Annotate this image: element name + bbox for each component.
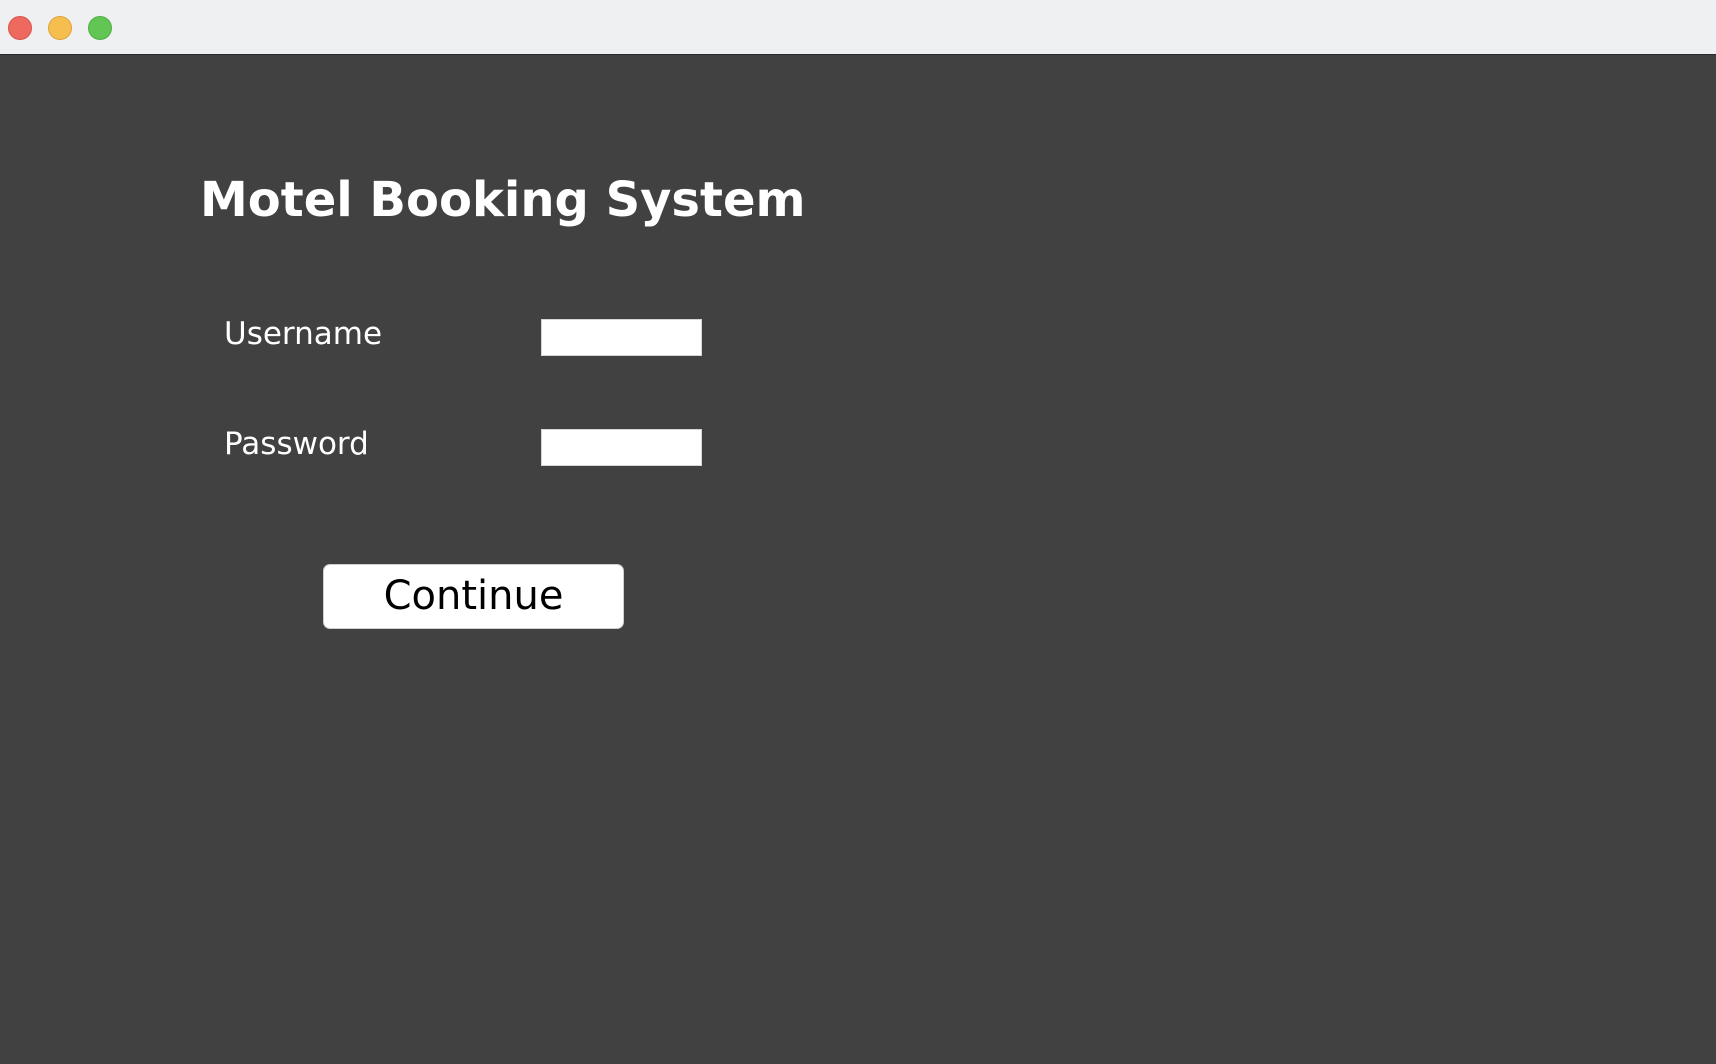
app-window: Motel Booking System Username Password C… — [0, 0, 1716, 1064]
window-titlebar[interactable] — [0, 0, 1716, 55]
continue-button[interactable]: Continue — [323, 564, 624, 629]
password-label: Password — [224, 426, 369, 462]
login-panel: Motel Booking System Username Password C… — [0, 56, 1716, 1064]
username-field[interactable] — [541, 319, 702, 356]
minimize-icon[interactable] — [48, 16, 72, 40]
page-title: Motel Booking System — [200, 172, 806, 228]
close-icon[interactable] — [8, 16, 32, 40]
username-label: Username — [224, 316, 383, 352]
password-field[interactable] — [541, 429, 702, 466]
maximize-icon[interactable] — [88, 16, 112, 40]
